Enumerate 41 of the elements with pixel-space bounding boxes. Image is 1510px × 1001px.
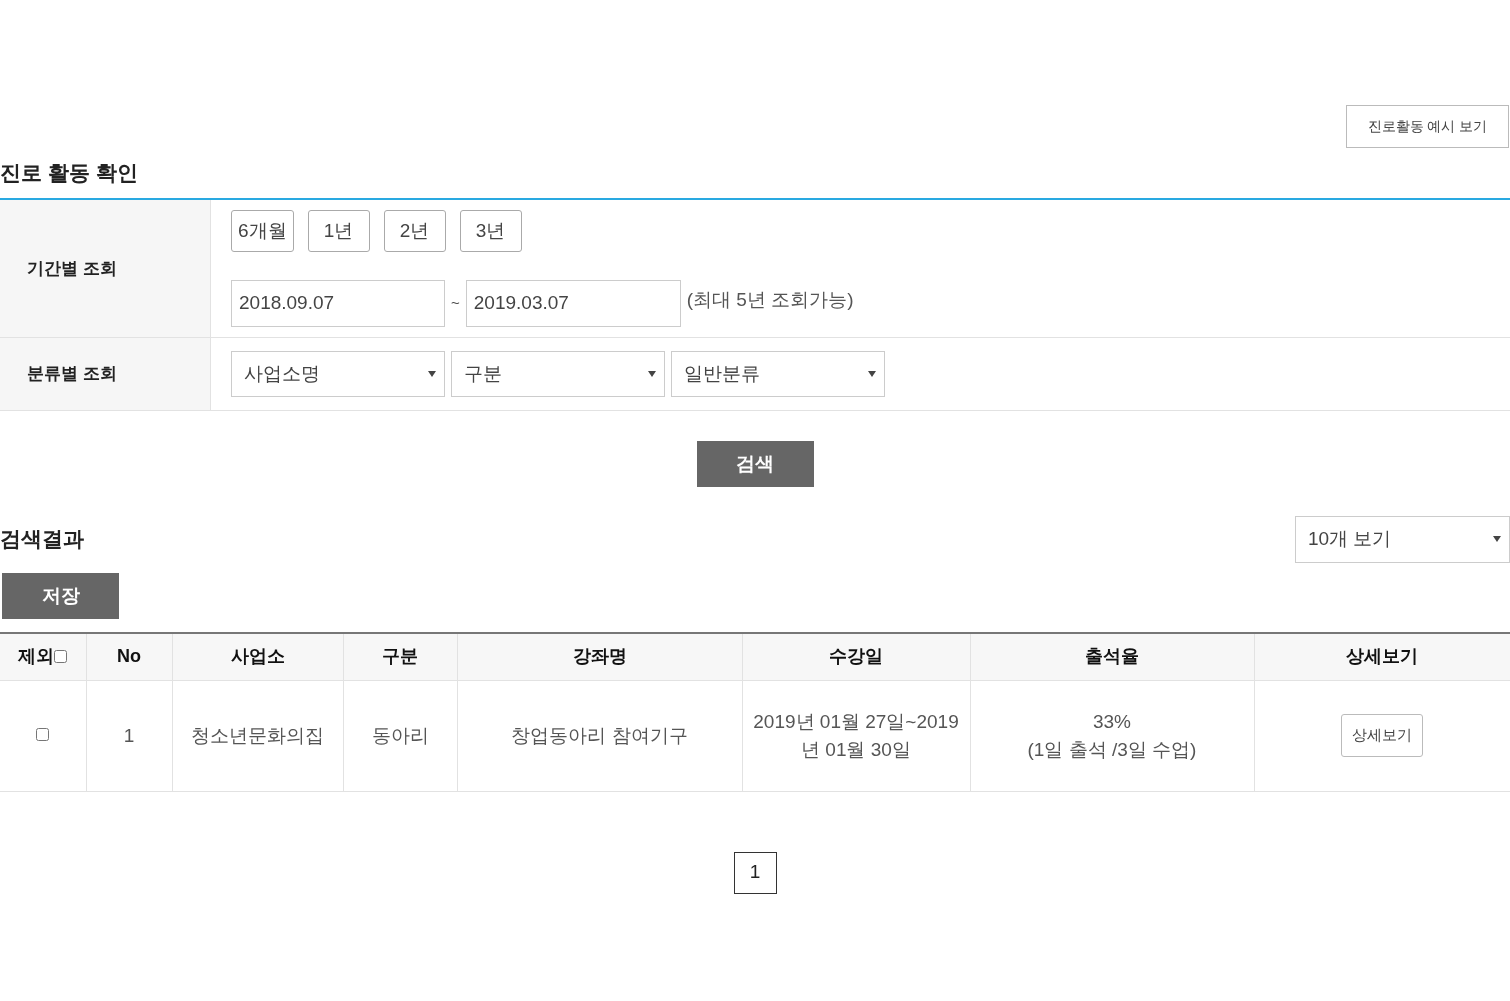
page-button[interactable]: 1 bbox=[733, 851, 777, 894]
caret-icon bbox=[648, 371, 656, 377]
column-header: 구분 bbox=[382, 646, 418, 667]
column-header: 제외 bbox=[18, 645, 55, 669]
table-cell: 33% (1일 출석 /3일 수업) bbox=[1027, 710, 1197, 760]
period-button[interactable]: 3년 bbox=[459, 210, 522, 252]
column-header: No bbox=[117, 646, 141, 667]
caret-icon bbox=[428, 371, 436, 377]
dropdown[interactable]: 구분 bbox=[451, 351, 665, 397]
column-header: 강좌명 bbox=[572, 646, 627, 667]
period-button[interactable]: 2년 bbox=[383, 210, 446, 252]
column-header: 출석율 bbox=[1085, 646, 1139, 667]
page-size-dropdown[interactable]: 10개 보기 bbox=[1295, 515, 1510, 563]
checkbox[interactable] bbox=[54, 650, 68, 664]
caret-icon bbox=[1493, 536, 1501, 542]
section-title: 진로 활동 확인 bbox=[0, 160, 138, 187]
date-field[interactable]: 2018.09.07 bbox=[231, 280, 445, 327]
column-header: 사업소 bbox=[230, 646, 285, 667]
table-cell: 동아리 bbox=[371, 724, 429, 746]
table-cell: 창업동아리 참여기구 bbox=[511, 724, 688, 746]
period-button[interactable]: 6개월 bbox=[231, 210, 294, 252]
filter-label: 기간별 조회 bbox=[0, 200, 211, 337]
table-cell: 1 bbox=[123, 724, 135, 746]
column-header: 수강일 bbox=[829, 646, 883, 667]
dropdown[interactable]: 일반분류 bbox=[671, 351, 885, 397]
date-field[interactable]: 2019.03.07 bbox=[465, 280, 681, 327]
date-note: (최대 5년 조회가능) bbox=[686, 288, 854, 313]
table-cell: 2019년 01월 27일~2019년 01월 30일 bbox=[753, 710, 959, 760]
search-button[interactable]: 검색 bbox=[696, 441, 814, 487]
column-header: 상세보기 bbox=[1346, 646, 1419, 667]
detail-button[interactable]: 상세보기 bbox=[1341, 714, 1424, 757]
save-button[interactable]: 저장 bbox=[2, 573, 119, 619]
filter-label: 분류별 조회 bbox=[0, 338, 211, 410]
checkbox[interactable] bbox=[36, 727, 50, 741]
caret-icon bbox=[868, 371, 876, 377]
range-separator: ~ bbox=[451, 293, 460, 314]
example-button[interactable]: 진로활동 예시 보기 bbox=[1346, 105, 1509, 148]
period-button[interactable]: 1년 bbox=[307, 210, 370, 252]
table-cell: 청소년문화의집 bbox=[191, 724, 324, 746]
dropdown[interactable]: 사업소명 bbox=[231, 351, 445, 397]
results-title: 검색결과 bbox=[0, 526, 84, 553]
